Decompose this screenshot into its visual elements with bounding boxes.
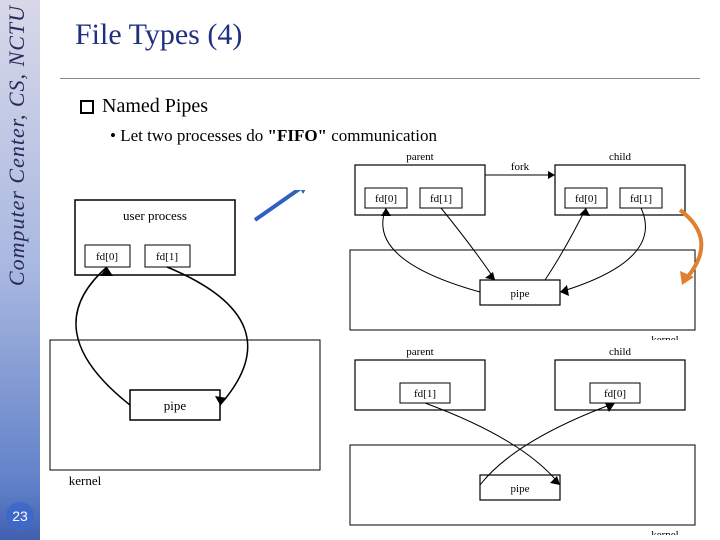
bullet-sub-prefix: Let two processes do (120, 126, 267, 145)
label-fork: fork (511, 161, 530, 173)
label-child-top: child (609, 151, 631, 163)
label-child-bottom: child (609, 346, 631, 358)
label-pipe-top: pipe (511, 288, 530, 300)
label-fd0-parent-top: fd[0] (375, 193, 397, 205)
bullet-section: Named Pipes Let two processes do "FIFO" … (80, 95, 437, 146)
label-pipe-left: pipe (164, 398, 187, 413)
label-fd1-left: fd[1] (156, 251, 178, 263)
diagram-right-bottom: parent fd[1] child fd[0] kernel pipe (345, 345, 705, 535)
square-bullet-icon (80, 100, 94, 114)
label-fd1-parent-top: fd[1] (430, 193, 452, 205)
label-kernel-top: kernel (651, 334, 678, 340)
label-pipe-bottom: pipe (511, 483, 530, 495)
diagram-left: user process fd[0] fd[1] kernel pipe (45, 190, 335, 510)
sidebar-org-text: Computer Center, CS, NCTU (4, 5, 30, 286)
label-kernel-bottom: kernel (651, 529, 678, 535)
label-kernel-left: kernel (69, 473, 102, 488)
title-underline (60, 78, 700, 79)
diagram-container: user process fd[0] fd[1] kernel pipe par… (45, 150, 715, 535)
bullet-main: Named Pipes (80, 95, 437, 118)
slide-title: File Types (4) (75, 18, 242, 52)
label-fd0-left: fd[0] (96, 251, 118, 263)
label-fd1-child-top: fd[1] (630, 193, 652, 205)
label-fd0-child-bottom: fd[0] (604, 388, 626, 400)
bullet-sub-suffix: communication (327, 126, 437, 145)
diagram-right-top: parent fd[0] fd[1] child fd[0] fd[1] for… (345, 150, 705, 340)
orange-arrow-icon (670, 205, 720, 295)
label-parent-bottom: parent (406, 346, 433, 358)
bullet-sub: Let two processes do "FIFO" communicatio… (110, 126, 437, 146)
sidebar: Computer Center, CS, NCTU 23 (0, 0, 40, 540)
slide-number-badge: 23 (6, 502, 34, 530)
label-fd1-parent-bottom: fd[1] (414, 388, 436, 400)
label-fd0-child-top: fd[0] (575, 193, 597, 205)
bullet-main-text: Named Pipes (102, 95, 208, 118)
label-parent-top: parent (406, 151, 433, 163)
bullet-sub-quoted: "FIFO" (268, 126, 327, 145)
label-user-process: user process (123, 208, 187, 223)
